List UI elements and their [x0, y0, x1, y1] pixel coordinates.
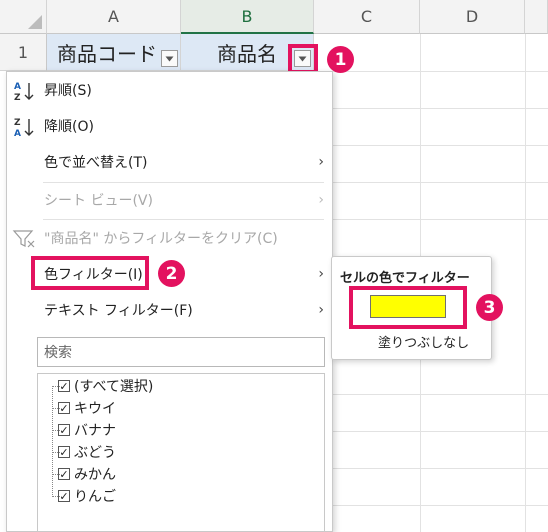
filter-dropdown-a[interactable]	[161, 50, 178, 67]
menu-sheet-view: シート ビュー(V) ›	[7, 182, 332, 218]
list-item-label: キウイ	[74, 401, 116, 417]
select-all-corner[interactable]	[0, 0, 47, 34]
sort-descending-icon: Z A	[14, 118, 34, 138]
menu-sort-by-color[interactable]: 色で並べ替え(T) ›	[7, 144, 332, 180]
menu-clear-filter: "商品名" からフィルターをクリア(C)	[7, 220, 332, 256]
sort-ascending-icon: A Z	[14, 82, 34, 102]
menu-label: 降順(O)	[44, 119, 94, 135]
tree-connector	[52, 386, 53, 497]
submenu-title: セルの色でフィルター	[340, 271, 470, 286]
list-item-label: みかん	[74, 467, 116, 483]
step-badge-2: 2	[158, 260, 185, 287]
select-all-triangle	[28, 15, 42, 29]
list-item-label: ぶどう	[74, 445, 116, 461]
column-header-b[interactable]: B	[181, 0, 314, 34]
list-item-label: (すべて選択)	[74, 379, 154, 395]
column-header-a[interactable]: A	[47, 0, 181, 34]
checkbox-checked[interactable]: ✓	[58, 380, 70, 392]
chevron-right-icon: ›	[318, 192, 324, 208]
highlight-box-3	[349, 286, 467, 329]
checkbox-checked[interactable]: ✓	[58, 490, 70, 502]
menu-sort-descending[interactable]: Z A 降順(O)	[7, 108, 332, 144]
gridline	[333, 431, 548, 432]
column-header-e[interactable]	[525, 0, 548, 34]
gridline	[333, 182, 548, 183]
cell-a1-text: 商品コード	[57, 41, 157, 66]
menu-label: シート ビュー(V)	[44, 193, 153, 209]
autofilter-menu: A Z 昇順(S) Z A 降順(O) 色で並べ替え(T) › シート ビュー(…	[6, 71, 333, 532]
list-item-label: りんご	[74, 489, 116, 505]
chevron-right-icon: ›	[318, 154, 324, 170]
gridline	[333, 505, 548, 506]
svg-text:A: A	[14, 129, 21, 138]
list-item[interactable]: ✓ みかん	[58, 463, 116, 485]
gridline	[333, 108, 548, 109]
list-item[interactable]: ✓ バナナ	[58, 419, 116, 441]
menu-label: "商品名" からフィルターをクリア(C)	[44, 231, 278, 247]
row-header-1[interactable]: 1	[0, 34, 47, 71]
menu-label: 昇順(S)	[44, 83, 92, 99]
search-placeholder: 検索	[44, 345, 72, 361]
list-item[interactable]: ✓ キウイ	[58, 397, 116, 419]
step-badge-1: 1	[327, 46, 354, 73]
highlight-box-1	[288, 44, 318, 74]
svg-text:A: A	[14, 82, 21, 92]
checkbox-checked[interactable]: ✓	[58, 424, 70, 436]
cell-b1-text: 商品名	[217, 41, 277, 66]
gridline	[333, 145, 548, 146]
list-item-label: バナナ	[74, 423, 116, 439]
list-item[interactable]: ✓ りんご	[58, 485, 116, 507]
gridline	[333, 219, 548, 220]
no-fill-option[interactable]: 塗りつぶしなし	[378, 332, 469, 351]
menu-sort-ascending[interactable]: A Z 昇順(S)	[7, 72, 332, 108]
value-list[interactable]: ✓ (すべて選択) ✓ キウイ ✓ バナナ ✓ ぶどう ✓ みかん ✓ りんご	[37, 373, 325, 531]
chevron-right-icon: ›	[318, 302, 324, 318]
list-item[interactable]: ✓ (すべて選択)	[58, 375, 153, 397]
list-item[interactable]: ✓ ぶどう	[58, 441, 116, 463]
svg-text:Z: Z	[14, 93, 21, 102]
gridline	[333, 394, 548, 395]
checkbox-checked[interactable]: ✓	[58, 468, 70, 480]
menu-label: 色で並べ替え(T)	[44, 155, 148, 171]
clear-filter-icon	[12, 230, 35, 248]
chevron-down-icon	[165, 56, 174, 61]
column-header-d[interactable]: D	[420, 0, 525, 34]
svg-text:Z: Z	[14, 118, 21, 128]
checkbox-checked[interactable]: ✓	[58, 446, 70, 458]
gridline	[333, 468, 548, 469]
highlight-box-2	[31, 256, 149, 290]
chevron-right-icon: ›	[318, 266, 324, 282]
checkbox-checked[interactable]: ✓	[58, 402, 70, 414]
menu-text-filter[interactable]: テキスト フィルター(F) ›	[7, 292, 332, 328]
search-input[interactable]: 検索	[37, 337, 325, 367]
column-header-c[interactable]: C	[314, 0, 420, 34]
step-badge-3: 3	[476, 294, 503, 321]
menu-label: テキスト フィルター(F)	[44, 303, 193, 319]
